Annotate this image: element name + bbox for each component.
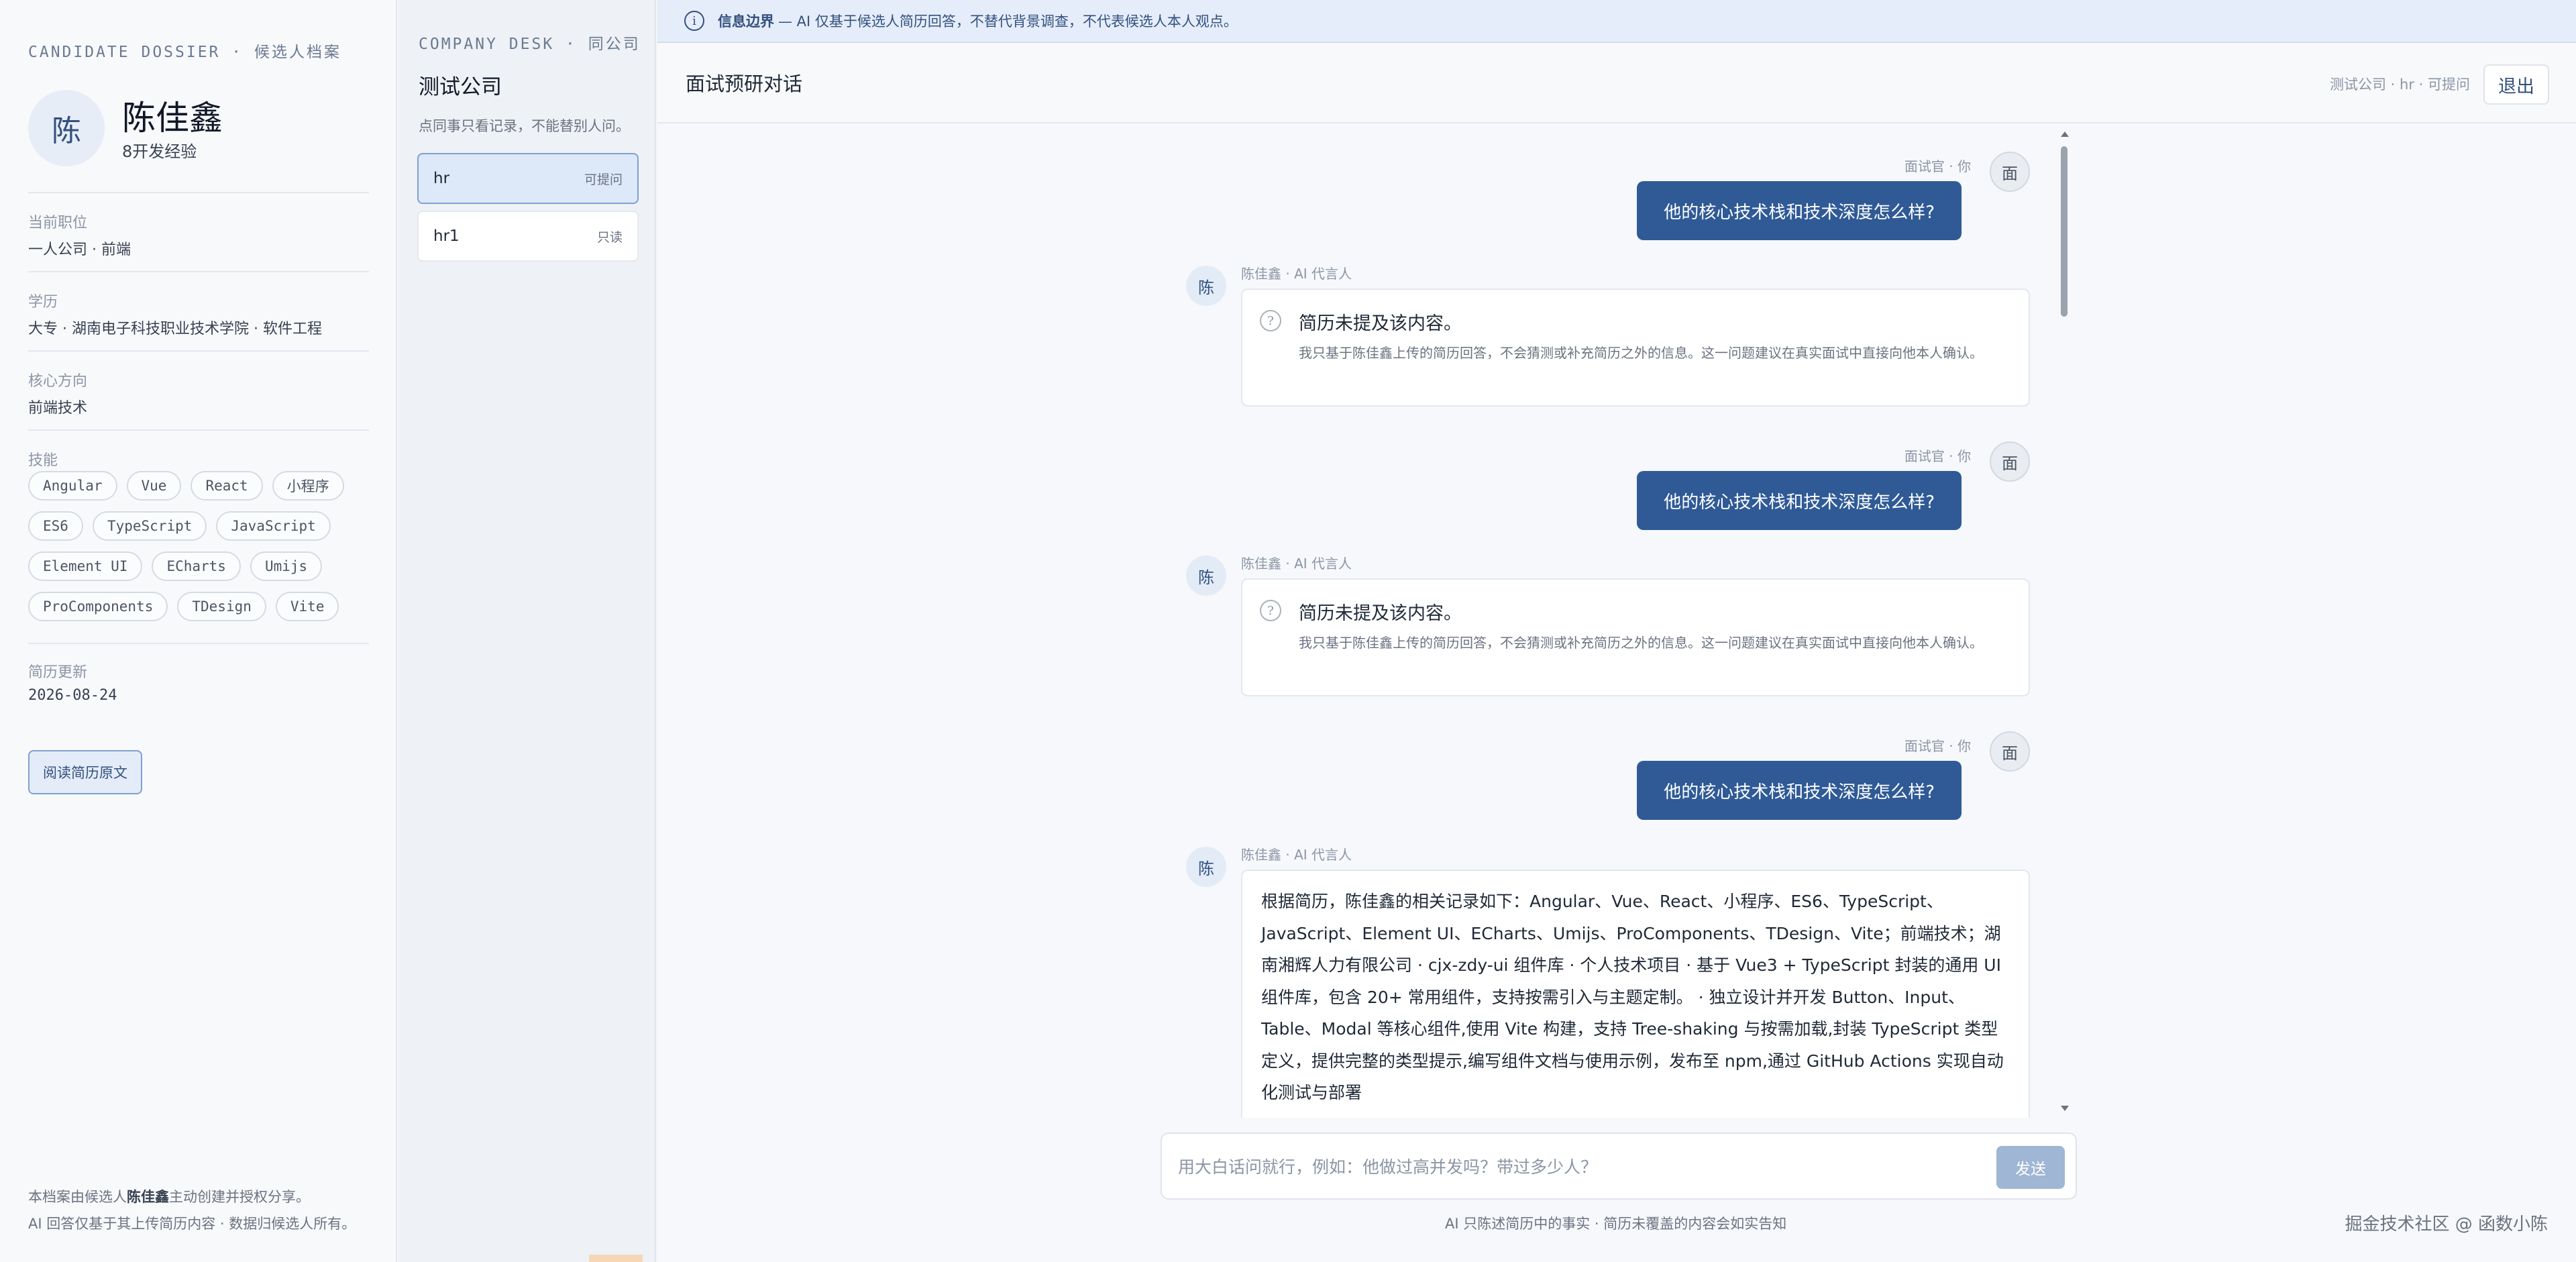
candidate-ai-avatar: 陈 xyxy=(1186,847,1226,887)
info-boundary-banner: i 信息边界 — AI 仅基于候选人简历回答，不替代背景调查，不代表候选人本人观… xyxy=(657,0,2576,43)
message-meta: 陈佳鑫 · AI 代言人 xyxy=(1241,847,1352,863)
divider xyxy=(28,350,369,352)
divider xyxy=(28,429,369,431)
message-composer: 发送 xyxy=(1161,1133,2077,1200)
divider xyxy=(28,192,369,193)
dossier-footnote: 本档案由候选人陈佳鑫主动创建并授权分享。 xyxy=(28,1186,310,1206)
footnote-candidate-name: 陈佳鑫 xyxy=(127,1189,169,1205)
resume-updated-label: 简历更新 xyxy=(28,664,88,681)
answer-message: 陈 陈佳鑫 · AI 代言人 根据简历，陈佳鑫的相关记录如下：Angular、V… xyxy=(657,847,2576,1118)
question-icon: ? xyxy=(1260,600,1281,621)
footnote-suffix: 主动创建并授权分享。 xyxy=(169,1189,310,1205)
direction-value: 前端技术 xyxy=(28,400,88,417)
answer-card: ? 简历未提及该内容。 我只基于陈佳鑫上传的简历回答，不会猜测或补充简历之外的信… xyxy=(1241,578,2030,696)
account-permission: 只读 xyxy=(596,229,623,245)
company-name: 测试公司 xyxy=(419,75,502,99)
position-label: 当前职位 xyxy=(28,215,88,231)
skill-tag: TDesign xyxy=(177,592,266,621)
answer-body: 我只基于陈佳鑫上传的简历回答，不会猜测或补充简历之外的信息。这一问题建议在真实面… xyxy=(1299,345,1983,361)
dossier-footnote-data: AI 回答仅基于其上传简历内容 · 数据归候选人所有。 xyxy=(28,1216,356,1232)
interviewer-avatar: 面 xyxy=(1990,441,2030,482)
question-message: 面试官 · 你 面 他的核心技术栈和技术深度怎么样? xyxy=(657,415,2576,549)
footnote-prefix: 本档案由候选人 xyxy=(28,1189,127,1205)
chat-title: 面试预研对话 xyxy=(686,72,803,95)
interviewer-avatar: 面 xyxy=(1990,152,2030,192)
watermark: 掘金技术社区 @ 函数小陈 xyxy=(2345,1214,2548,1234)
message-meta: 陈佳鑫 · AI 代言人 xyxy=(1241,266,1352,282)
account-item-hr1[interactable]: hr1 只读 xyxy=(417,211,639,262)
answer-body: 根据简历，陈佳鑫的相关记录如下：Angular、Vue、React、小程序、ES… xyxy=(1261,892,2004,1102)
bottom-accent-bar xyxy=(589,1255,643,1262)
direction-label: 核心方向 xyxy=(28,373,88,390)
candidate-ai-avatar: 陈 xyxy=(1186,556,1226,596)
skill-tag: React xyxy=(191,471,263,501)
question-bubble: 他的核心技术栈和技术深度怎么样? xyxy=(1637,471,1962,530)
company-desk-panel: COMPANY DESK · 同公司 测试公司 点同事只看记录，不能替别人问。 … xyxy=(398,0,656,1262)
answer-message: 陈 陈佳鑫 · AI 代言人 ? 简历未提及该内容。 我只基于陈佳鑫上传的简历回… xyxy=(657,266,2576,413)
candidate-experience: 8开发经验 xyxy=(122,142,197,161)
chat-topbar: 面试预研对话 测试公司 · hr · 可提问 退出 xyxy=(657,44,2576,123)
question-input[interactable] xyxy=(1178,1150,1963,1184)
skill-tag: JavaScript xyxy=(216,511,331,541)
logout-button[interactable]: 退出 xyxy=(2483,64,2549,105)
skill-tag: Vue xyxy=(126,471,182,501)
answer-body: 我只基于陈佳鑫上传的简历回答，不会猜测或补充简历之外的信息。这一问题建议在真实面… xyxy=(1299,635,1983,651)
skill-tag: ProComponents xyxy=(28,592,168,621)
candidate-dossier-panel: CANDIDATE DOSSIER · 候选人档案 陈 陈佳鑫 8开发经验 当前… xyxy=(0,0,397,1262)
read-resume-button[interactable]: 阅读简历原文 xyxy=(28,750,142,794)
skill-tag: 小程序 xyxy=(272,471,344,501)
account-name: hr xyxy=(433,170,450,187)
candidate-avatar: 陈 xyxy=(28,90,105,166)
skill-tag: Angular xyxy=(28,471,117,501)
answer-title: 简历未提及该内容。 xyxy=(1299,603,1462,624)
answer-title: 简历未提及该内容。 xyxy=(1299,313,1462,334)
chat-main: i 信息边界 — AI 仅基于候选人简历回答，不替代背景调查，不代表候选人本人观… xyxy=(657,0,2576,1262)
skill-tag: Element UI xyxy=(28,551,143,581)
question-icon: ? xyxy=(1260,310,1281,331)
skills-label: 技能 xyxy=(28,452,58,469)
dossier-eyebrow: CANDIDATE DOSSIER · 候选人档案 xyxy=(28,44,341,61)
question-message: 面试官 · 你 面 他的核心技术栈和技术深度怎么样? xyxy=(657,125,2576,259)
answer-card: 根据简历，陈佳鑫的相关记录如下：Angular、Vue、React、小程序、ES… xyxy=(1241,870,2030,1118)
interviewer-avatar: 面 xyxy=(1990,731,2030,772)
question-bubble: 他的核心技术栈和技术深度怎么样? xyxy=(1637,761,1962,820)
account-permission: 可提问 xyxy=(584,172,623,187)
desk-note: 点同事只看记录，不能替别人问。 xyxy=(419,118,630,134)
message-meta: 面试官 · 你 xyxy=(1904,448,1971,464)
message-thread[interactable]: 面试官 · 你 面 他的核心技术栈和技术深度怎么样? 陈 陈佳鑫 · AI 代言… xyxy=(657,125,2576,1118)
skill-tag: TypeScript xyxy=(92,511,207,541)
composer-note: AI 只陈述简历中的事实 · 简历未覆盖的内容会如实告知 xyxy=(1445,1216,1787,1232)
account-name: hr1 xyxy=(433,227,460,245)
answer-message: 陈 陈佳鑫 · AI 代言人 ? 简历未提及该内容。 我只基于陈佳鑫上传的简历回… xyxy=(657,556,2576,703)
message-meta: 陈佳鑫 · AI 代言人 xyxy=(1241,556,1352,572)
banner-text: — AI 仅基于候选人简历回答，不替代背景调查，不代表候选人本人观点。 xyxy=(778,13,1238,30)
skill-tag: Umijs xyxy=(250,551,323,581)
candidate-ai-avatar: 陈 xyxy=(1186,266,1226,306)
send-button[interactable]: 发送 xyxy=(1996,1146,2065,1189)
question-message: 面试官 · 你 面 他的核心技术栈和技术深度怎么样? xyxy=(657,704,2576,839)
skills-list: Angular Vue React 小程序 ES6 TypeScript Jav… xyxy=(28,471,377,621)
divider xyxy=(28,271,369,272)
answer-card: ? 简历未提及该内容。 我只基于陈佳鑫上传的简历回答，不会猜测或补充简历之外的信… xyxy=(1241,288,2030,407)
skill-tag: Vite xyxy=(275,592,339,621)
session-status: 测试公司 · hr · 可提问 xyxy=(2330,76,2470,93)
education-value: 大专 · 湖南电子科技职业技术学院 · 软件工程 xyxy=(28,321,322,337)
candidate-name: 陈佳鑫 xyxy=(122,99,223,138)
divider xyxy=(28,643,369,644)
account-item-hr[interactable]: hr 可提问 xyxy=(417,153,639,204)
banner-title: 信息边界 xyxy=(718,13,774,30)
info-icon: i xyxy=(684,11,704,31)
skill-tag: ECharts xyxy=(152,551,241,581)
skill-tag: ES6 xyxy=(28,511,83,541)
question-bubble: 他的核心技术栈和技术深度怎么样? xyxy=(1637,181,1962,240)
resume-updated-value: 2026-08-24 xyxy=(28,687,117,704)
education-label: 学历 xyxy=(28,294,58,311)
position-value: 一人公司 · 前端 xyxy=(28,242,131,258)
message-meta: 面试官 · 你 xyxy=(1904,158,1971,174)
desk-eyebrow: COMPANY DESK · 同公司 xyxy=(419,36,641,53)
message-meta: 面试官 · 你 xyxy=(1904,738,1971,754)
